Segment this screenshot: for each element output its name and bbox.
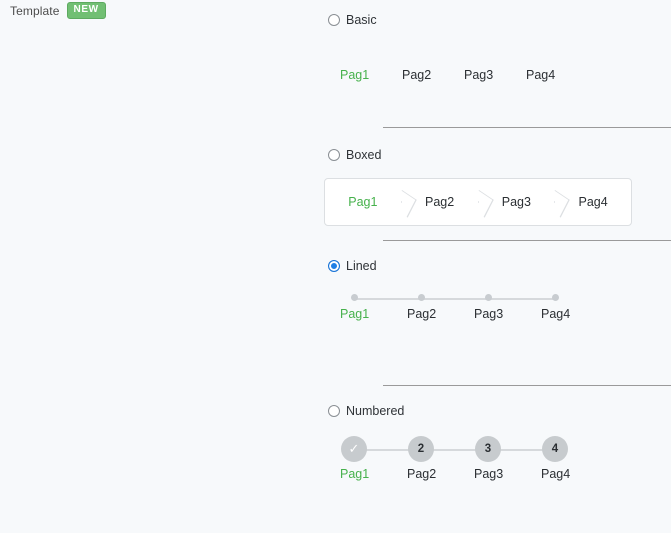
- radio-boxed[interactable]: [328, 149, 340, 161]
- boxed-track: Pag1 Pag2 Pag3 Pag4: [324, 178, 632, 226]
- radio-label-numbered: Numbered: [346, 404, 405, 418]
- radio-label-lined: Lined: [346, 259, 377, 273]
- template-preview-page: Template NEW Basic Pag1 Pag2 Pag3 Pag4 B…: [0, 0, 671, 533]
- lined-label-1[interactable]: Pag1: [340, 307, 407, 321]
- numbered-step-3[interactable]: 3: [475, 436, 501, 462]
- option-block-basic: Basic Pag1 Pag2 Pag3 Pag4: [322, 0, 671, 140]
- radio-basic[interactable]: [328, 14, 340, 26]
- lined-connector-3: [488, 298, 555, 300]
- numbered-label-2[interactable]: Pag2: [407, 467, 474, 481]
- radio-numbered[interactable]: [328, 405, 340, 417]
- radio-row-lined[interactable]: Lined: [328, 256, 377, 276]
- page-title: Template: [10, 3, 60, 18]
- section-divider-2: [383, 240, 671, 241]
- lined-track: [351, 292, 594, 306]
- radio-label-boxed: Boxed: [346, 148, 382, 162]
- radio-label-basic: Basic: [346, 13, 377, 27]
- lined-dot-1[interactable]: [351, 294, 358, 301]
- lined-dot-3[interactable]: [485, 294, 492, 301]
- lined-labels: Pag1 Pag2 Pag3 Pag4: [340, 307, 630, 321]
- numbered-step-4[interactable]: 4: [542, 436, 568, 462]
- numbered-step-2[interactable]: 2: [408, 436, 434, 462]
- basic-tab-3[interactable]: Pag3: [464, 68, 526, 82]
- template-header: Template NEW: [10, 2, 106, 19]
- option-block-numbered: Numbered ✓ 2 3 4 Pag1 Pag2 Pag3 Pag4: [322, 398, 671, 528]
- numbered-labels: Pag1 Pag2 Pag3 Pag4: [340, 467, 630, 481]
- pagination-style-options: Basic Pag1 Pag2 Pag3 Pag4 Boxed Pag1 Pag…: [322, 0, 671, 528]
- radio-lined[interactable]: [328, 260, 340, 272]
- lined-dot-4[interactable]: [552, 294, 559, 301]
- basic-tabs: Pag1 Pag2 Pag3 Pag4: [340, 68, 588, 82]
- option-block-boxed: Boxed Pag1 Pag2 Pag3 Pag4: [322, 140, 671, 250]
- lined-connector-2: [421, 298, 488, 300]
- lined-dot-2[interactable]: [418, 294, 425, 301]
- section-divider-1: [383, 127, 671, 128]
- lined-label-4[interactable]: Pag4: [541, 307, 608, 321]
- boxed-tab-1[interactable]: Pag1: [325, 179, 401, 225]
- lined-stepper: Pag1 Pag2 Pag3 Pag4: [340, 292, 630, 321]
- numbered-track: ✓ 2 3 4: [341, 436, 594, 464]
- basic-tab-2[interactable]: Pag2: [402, 68, 464, 82]
- numbered-stepper: ✓ 2 3 4 Pag1 Pag2 Pag3 Pag4: [340, 436, 630, 481]
- boxed-tab-3[interactable]: Pag3: [477, 179, 555, 225]
- section-divider-3: [383, 385, 671, 386]
- basic-tab-4[interactable]: Pag4: [526, 68, 588, 82]
- new-badge: NEW: [66, 2, 106, 19]
- radio-row-boxed[interactable]: Boxed: [328, 145, 381, 165]
- boxed-tabs: Pag1 Pag2 Pag3 Pag4: [324, 178, 632, 226]
- lined-label-3[interactable]: Pag3: [474, 307, 541, 321]
- boxed-tab-4[interactable]: Pag4: [554, 179, 631, 225]
- option-block-lined: Lined Pag1 Pag2 Pag3 Pag4: [322, 250, 671, 398]
- basic-tab-1[interactable]: Pag1: [340, 68, 402, 82]
- radio-row-basic[interactable]: Basic: [328, 10, 377, 30]
- lined-connector-1: [354, 298, 421, 300]
- numbered-label-3[interactable]: Pag3: [474, 467, 541, 481]
- boxed-tab-2[interactable]: Pag2: [400, 179, 478, 225]
- radio-row-numbered[interactable]: Numbered: [328, 401, 404, 421]
- lined-label-2[interactable]: Pag2: [407, 307, 474, 321]
- numbered-label-1[interactable]: Pag1: [340, 467, 407, 481]
- numbered-step-1-check-icon[interactable]: ✓: [341, 436, 367, 462]
- numbered-label-4[interactable]: Pag4: [541, 467, 608, 481]
